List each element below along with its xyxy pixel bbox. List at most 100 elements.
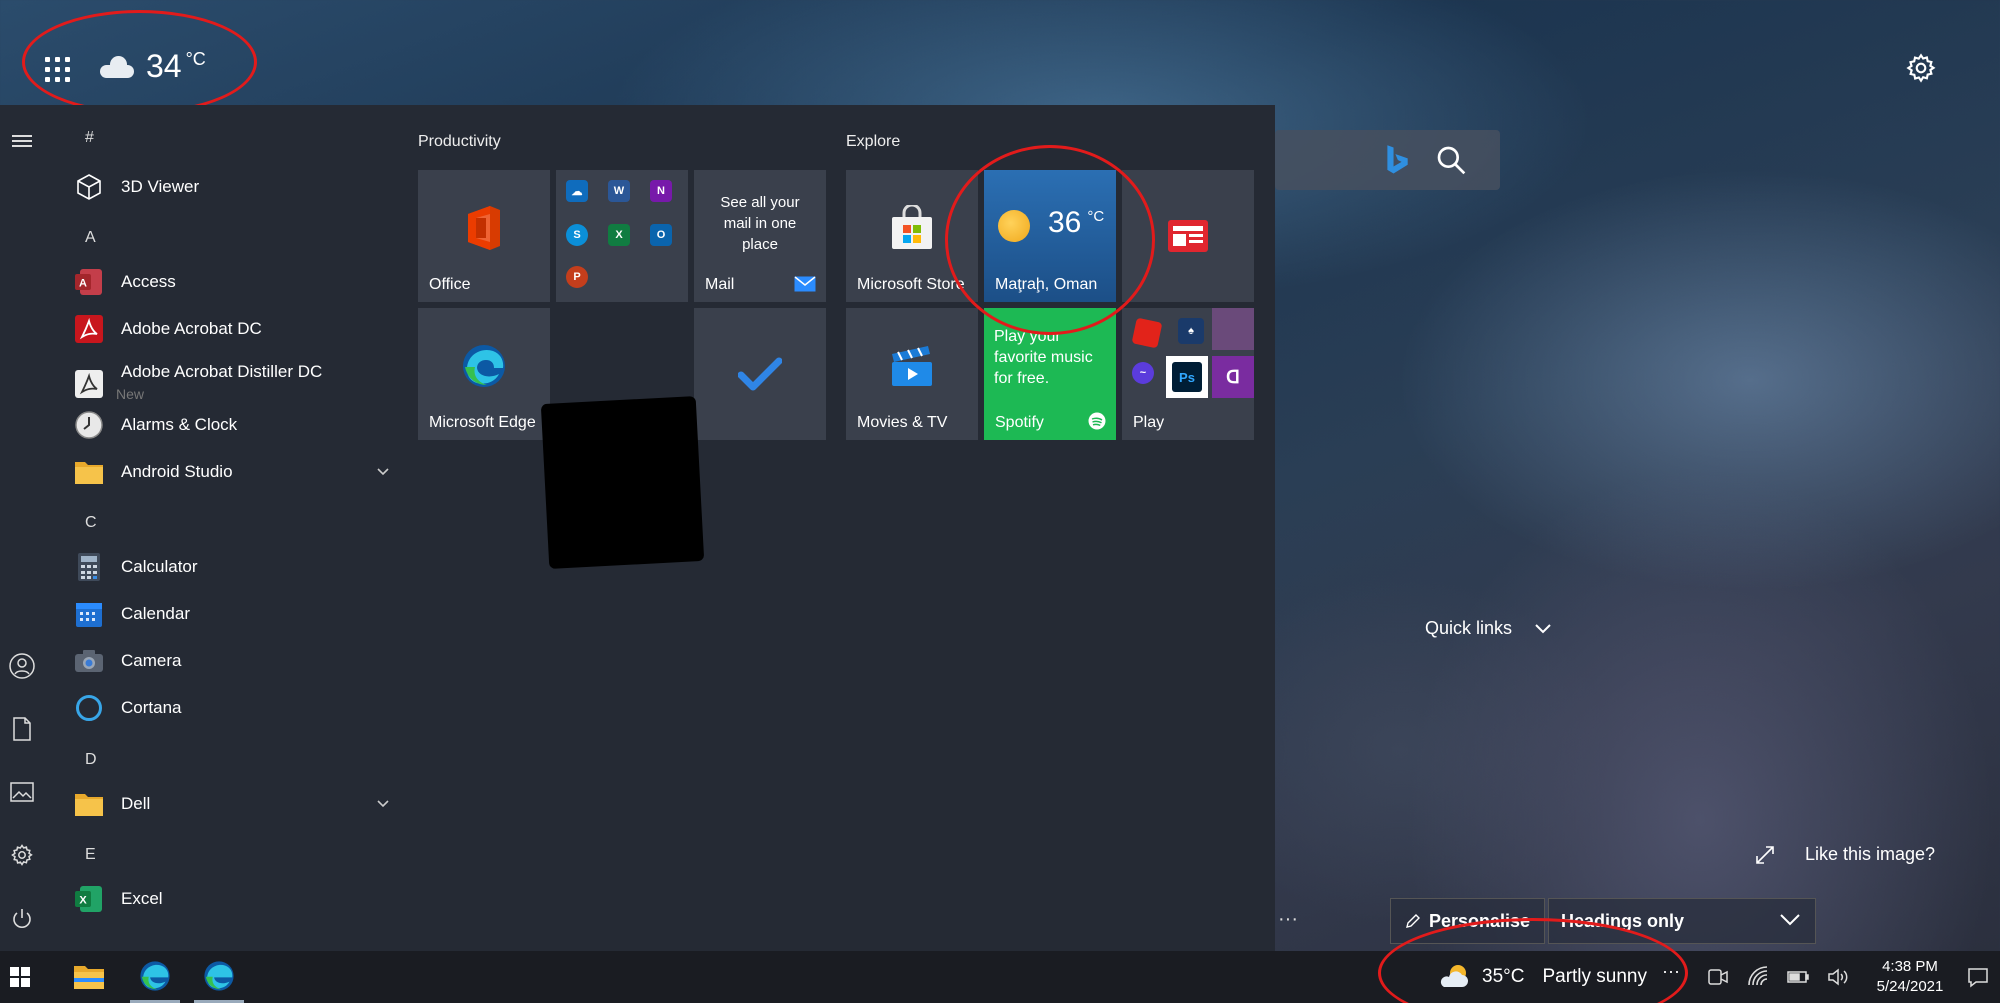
excel-icon: X [608, 224, 630, 246]
news-icon [1168, 220, 1208, 252]
app-camera[interactable]: Camera [70, 641, 390, 681]
svg-text:A: A [79, 278, 87, 290]
solitaire-icon: ♠ [1178, 318, 1204, 344]
app-acrobat-distiller[interactable]: Adobe Acrobat Distiller DC New [70, 356, 390, 412]
dolby-icon: ᗡ [1212, 356, 1254, 398]
letter-header[interactable]: C [85, 514, 97, 532]
gear-icon[interactable] [8, 841, 36, 869]
personalise-button[interactable]: Personalise [1390, 898, 1545, 944]
tile-todo[interactable] [694, 308, 826, 440]
outlook-icon: O [650, 224, 672, 246]
app-excel[interactable]: X Excel [70, 879, 390, 919]
power-icon[interactable] [8, 905, 36, 933]
quick-links[interactable]: Quick links [1425, 618, 1552, 639]
calculator-icon [74, 552, 104, 582]
app-3d-viewer[interactable]: 3D Viewer [70, 167, 390, 207]
show-hidden-icons-button[interactable]: ··· [1662, 961, 1686, 985]
letter-header[interactable]: E [85, 846, 96, 864]
todo-check-icon [738, 357, 782, 391]
widgets-header: 34 °C [0, 0, 2000, 105]
app-adobe-acrobat[interactable]: Adobe Acrobat DC [70, 309, 390, 349]
headings-dropdown[interactable]: Headings only [1548, 898, 1816, 944]
chevron-down-icon[interactable] [376, 464, 390, 478]
group-explore-label[interactable]: Explore [846, 133, 900, 151]
notifications-icon[interactable] [1966, 965, 1990, 989]
letter-header[interactable]: D [85, 751, 97, 769]
more-options-button[interactable]: ··· [1278, 908, 1298, 931]
header-temperature: 34 °C [146, 48, 206, 84]
folder-icon [74, 789, 104, 819]
taskbar-file-explorer[interactable] [64, 951, 114, 1003]
document-icon[interactable] [8, 715, 36, 743]
letter-header[interactable]: # [85, 129, 94, 147]
wifi-icon[interactable] [1746, 965, 1770, 989]
skype-icon: S [566, 224, 588, 246]
app-launcher-button[interactable] [40, 52, 74, 86]
spotify-icon [1088, 412, 1106, 430]
group-productivity-label[interactable]: Productivity [418, 133, 501, 151]
cloud-icon [100, 55, 134, 78]
excel-icon: X [74, 884, 104, 914]
search-box[interactable] [1275, 130, 1500, 190]
tile-office[interactable]: Office [418, 170, 550, 302]
distiller-icon [74, 369, 104, 399]
pictures-icon[interactable] [8, 778, 36, 806]
meet-now-icon[interactable] [1706, 965, 1730, 989]
app-dell[interactable]: Dell [70, 784, 390, 824]
taskbar-edge[interactable] [194, 951, 244, 1003]
tile-news[interactable] [1122, 170, 1254, 302]
app-calendar[interactable]: Calendar [70, 594, 390, 634]
chevron-down-icon [1780, 914, 1800, 926]
search-icon[interactable] [1435, 144, 1467, 176]
news-and-interests-button[interactable]: 35°C Partly sunny [1440, 951, 1647, 1003]
app-cortana[interactable]: Cortana [70, 688, 390, 728]
chevron-down-icon[interactable] [376, 796, 390, 810]
tile-label: Mail [705, 276, 735, 293]
tile-microsoft-store[interactable]: Microsoft Store [846, 170, 978, 302]
letter-header[interactable]: A [85, 229, 96, 247]
tile-label: Play [1133, 414, 1165, 431]
edge-icon [463, 345, 505, 388]
user-icon[interactable] [8, 652, 36, 680]
new-badge: New [116, 386, 145, 402]
tile-label: Office [429, 276, 471, 293]
tile-label: Microsoft Store [857, 276, 965, 293]
access-icon: A [74, 267, 104, 297]
tile-office-apps-folder[interactable]: ☁ W N S X O P [556, 170, 688, 302]
tile-movies-tv[interactable]: Movies & TV [846, 308, 978, 440]
word-icon: W [608, 180, 630, 202]
battery-icon[interactable] [1786, 965, 1810, 989]
edge-icon [204, 960, 234, 991]
app-alarms-clock[interactable]: Alarms & Clock [70, 405, 390, 445]
tile-label: Spotify [995, 414, 1044, 431]
app-access[interactable]: A Access [70, 262, 390, 302]
header-weather[interactable]: 34 °C [100, 48, 206, 85]
folder-icon [74, 457, 104, 487]
clock[interactable]: 4:38 PM 5/24/2021 [1860, 957, 1960, 997]
edge-icon [140, 960, 170, 991]
like-this-image[interactable]: Like this image? [1755, 844, 1935, 865]
office-icon [468, 206, 500, 251]
taskbar-edge-dev[interactable] [130, 951, 180, 1003]
camera-icon [74, 646, 104, 676]
svg-text:X: X [79, 895, 87, 907]
tile-spotify[interactable]: Play your favorite music for free. Spoti… [984, 308, 1116, 440]
tile-mail[interactable]: See all your mail in one place Mail [694, 170, 826, 302]
settings-gear-icon[interactable] [1905, 52, 1937, 84]
bing-icon [1387, 145, 1408, 174]
mail-icon [794, 276, 816, 292]
tile-label: Microsoft Edge [429, 414, 536, 431]
photoshop-icon: Ps [1166, 356, 1208, 398]
hamburger-icon[interactable] [8, 127, 36, 155]
app-calculator[interactable]: Calculator [70, 547, 390, 587]
tile-weather[interactable]: 36 °C Maţraḩ, Oman [984, 170, 1116, 302]
tile-microsoft-edge[interactable]: Microsoft Edge [418, 308, 550, 440]
start-button[interactable] [0, 951, 40, 1003]
volume-icon[interactable] [1826, 965, 1850, 989]
app-android-studio[interactable]: Android Studio [70, 452, 390, 492]
onedrive-icon: ☁ [566, 180, 588, 202]
start-rail [0, 105, 44, 951]
tile-play-folder[interactable]: ♠ ~ Ps ᗡ Play [1122, 308, 1254, 440]
mail-tile-text: See all your mail in one place [720, 194, 800, 253]
spotify-tile-text: Play your favorite music for free. [994, 328, 1093, 387]
